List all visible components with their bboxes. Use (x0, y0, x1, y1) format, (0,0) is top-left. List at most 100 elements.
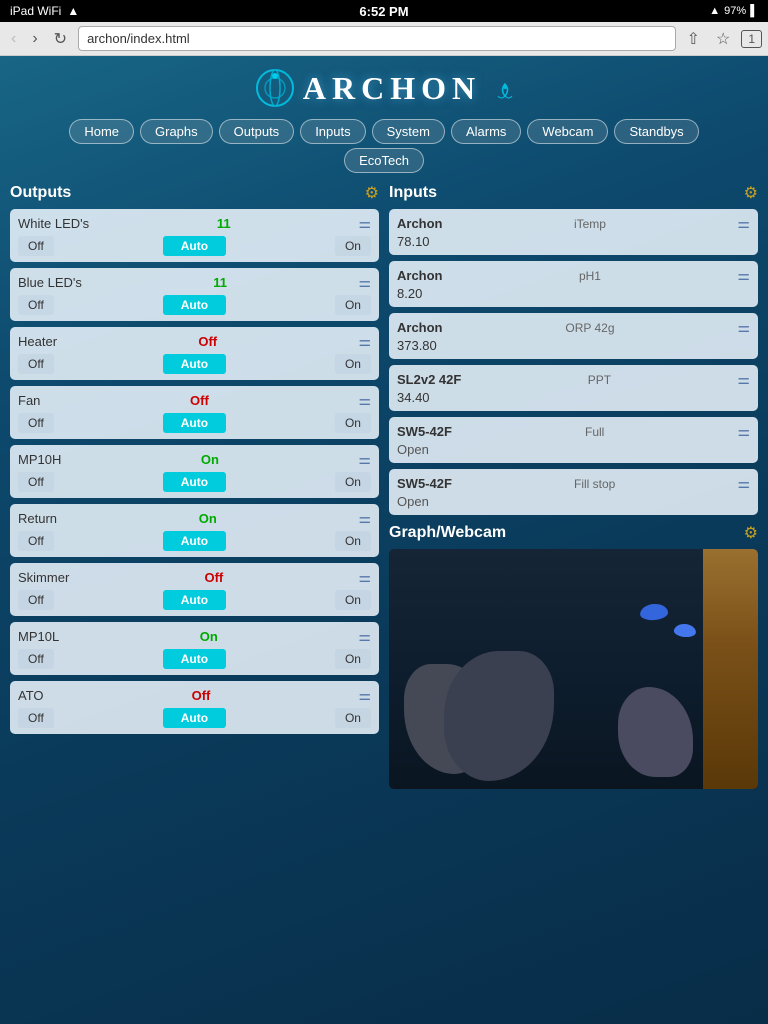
browser-bar: ‹ › ↻ ⇧ ☆ 1 (0, 22, 768, 56)
reload-button[interactable]: ↻ (49, 27, 72, 51)
mp10h-auto-btn[interactable]: Auto (163, 472, 226, 492)
sw5-full-name: SW5-42F (397, 424, 452, 439)
outputs-section: Outputs ⚙ White LED's 11 ⚌ Off Auto On (10, 183, 379, 740)
mp10l-on-btn[interactable]: On (335, 649, 371, 669)
nav-system[interactable]: System (372, 119, 445, 144)
nav-standbys[interactable]: Standbys (614, 119, 698, 144)
white-leds-on-btn[interactable]: On (335, 236, 371, 256)
white-leds-settings-icon[interactable]: ⚌ (358, 215, 371, 232)
mp10h-value: On (201, 452, 219, 467)
output-fan: Fan Off ⚌ Off Auto On (10, 386, 379, 439)
archon-itemp-type: iTemp (574, 217, 606, 231)
back-button[interactable]: ‹ (6, 28, 21, 50)
input-sl2v2-ppt: SL2v2 42F PPT ⚌ 34.40 (389, 365, 758, 411)
archon-ph1-settings-icon[interactable]: ⚌ (737, 267, 750, 284)
ato-label: ATO (18, 688, 44, 703)
fan-value: Off (190, 393, 209, 408)
ato-on-btn[interactable]: On (335, 708, 371, 728)
battery-level: 97% (724, 5, 746, 17)
output-ato: ATO Off ⚌ Off Auto On (10, 681, 379, 734)
blue-leds-on-btn[interactable]: On (335, 295, 371, 315)
return-on-btn[interactable]: On (335, 531, 371, 551)
nav-inputs[interactable]: Inputs (300, 119, 365, 144)
heater-value: Off (198, 334, 217, 349)
mp10h-settings-icon[interactable]: ⚌ (358, 451, 371, 468)
skimmer-off-btn[interactable]: Off (18, 590, 54, 610)
nav-ecotech[interactable]: EcoTech (344, 148, 424, 173)
blue-leds-auto-btn[interactable]: Auto (163, 295, 226, 315)
mp10l-value: On (200, 629, 218, 644)
sl2v2-ppt-value: 34.40 (397, 390, 750, 405)
outputs-title: Outputs (10, 184, 71, 202)
archon-itemp-settings-icon[interactable]: ⚌ (737, 215, 750, 232)
mp10h-off-btn[interactable]: Off (18, 472, 54, 492)
sw5-full-settings-icon[interactable]: ⚌ (737, 423, 750, 440)
tab-count[interactable]: 1 (741, 30, 762, 48)
skimmer-auto-btn[interactable]: Auto (163, 590, 226, 610)
ato-auto-btn[interactable]: Auto (163, 708, 226, 728)
outputs-gear-icon[interactable]: ⚙ (365, 183, 379, 203)
archon-orp-value: 373.80 (397, 338, 750, 353)
white-leds-off-btn[interactable]: Off (18, 236, 54, 256)
return-value: On (199, 511, 217, 526)
webcam-title: Graph/Webcam (389, 524, 506, 542)
share-button[interactable]: ⇧ (682, 27, 705, 51)
bookmark-button[interactable]: ☆ (711, 27, 735, 51)
webcam-gear-icon[interactable]: ⚙ (744, 523, 758, 543)
outputs-header: Outputs ⚙ (10, 183, 379, 203)
fan-on-btn[interactable]: On (335, 413, 371, 433)
nav-webcam[interactable]: Webcam (527, 119, 608, 144)
archon-orp-settings-icon[interactable]: ⚌ (737, 319, 750, 336)
nav-outputs[interactable]: Outputs (219, 119, 295, 144)
fan-off-btn[interactable]: Off (18, 413, 54, 433)
blue-leds-settings-icon[interactable]: ⚌ (358, 274, 371, 291)
mp10h-label: MP10H (18, 452, 61, 467)
skimmer-on-btn[interactable]: On (335, 590, 371, 610)
input-sw5-fillstop: SW5-42F Fill stop ⚌ Open (389, 469, 758, 515)
heater-label: Heater (18, 334, 57, 349)
heater-on-btn[interactable]: On (335, 354, 371, 374)
return-auto-btn[interactable]: Auto (163, 531, 226, 551)
white-leds-auto-btn[interactable]: Auto (163, 236, 226, 256)
address-bar[interactable] (78, 26, 676, 51)
heater-settings-icon[interactable]: ⚌ (358, 333, 371, 350)
ipad-label: iPad WiFi (10, 4, 61, 18)
nav-home[interactable]: Home (69, 119, 134, 144)
return-settings-icon[interactable]: ⚌ (358, 510, 371, 527)
nav-graphs[interactable]: Graphs (140, 119, 213, 144)
ato-off-btn[interactable]: Off (18, 708, 54, 728)
nav-row-2: EcoTech (10, 148, 758, 173)
fan-settings-icon[interactable]: ⚌ (358, 392, 371, 409)
nav-alarms[interactable]: Alarms (451, 119, 521, 144)
sl2v2-ppt-settings-icon[interactable]: ⚌ (737, 371, 750, 388)
sw5-full-type: Full (585, 425, 604, 439)
archon-orp-name: Archon (397, 320, 443, 335)
mp10l-settings-icon[interactable]: ⚌ (358, 628, 371, 645)
mp10h-on-btn[interactable]: On (335, 472, 371, 492)
mp10l-auto-btn[interactable]: Auto (163, 649, 226, 669)
webcam-header: Graph/Webcam ⚙ (389, 523, 758, 543)
mp10l-off-btn[interactable]: Off (18, 649, 54, 669)
fan-auto-btn[interactable]: Auto (163, 413, 226, 433)
blue-leds-off-btn[interactable]: Off (18, 295, 54, 315)
battery-icon: ▌ (750, 5, 758, 17)
status-bar-left: iPad WiFi ▲ (10, 4, 79, 18)
status-bar-right: ▲ 97% ▌ (709, 5, 758, 17)
webcam-section: Graph/Webcam ⚙ (389, 523, 758, 789)
return-off-btn[interactable]: Off (18, 531, 54, 551)
status-bar-time: 6:52 PM (359, 4, 408, 19)
ato-settings-icon[interactable]: ⚌ (358, 687, 371, 704)
wifi-icon: ▲ (67, 4, 79, 18)
white-leds-value: 11 (217, 216, 231, 231)
heater-off-btn[interactable]: Off (18, 354, 54, 374)
sw5-fillstop-settings-icon[interactable]: ⚌ (737, 475, 750, 492)
status-bar: iPad WiFi ▲ 6:52 PM ▲ 97% ▌ (0, 0, 768, 22)
output-blue-leds: Blue LED's 11 ⚌ Off Auto On (10, 268, 379, 321)
heater-auto-btn[interactable]: Auto (163, 354, 226, 374)
ato-value: Off (192, 688, 211, 703)
archon-ph1-name: Archon (397, 268, 443, 283)
forward-button[interactable]: › (27, 28, 42, 50)
input-archon-orp: Archon ORP 42g ⚌ 373.80 (389, 313, 758, 359)
inputs-gear-icon[interactable]: ⚙ (744, 183, 758, 203)
skimmer-settings-icon[interactable]: ⚌ (358, 569, 371, 586)
